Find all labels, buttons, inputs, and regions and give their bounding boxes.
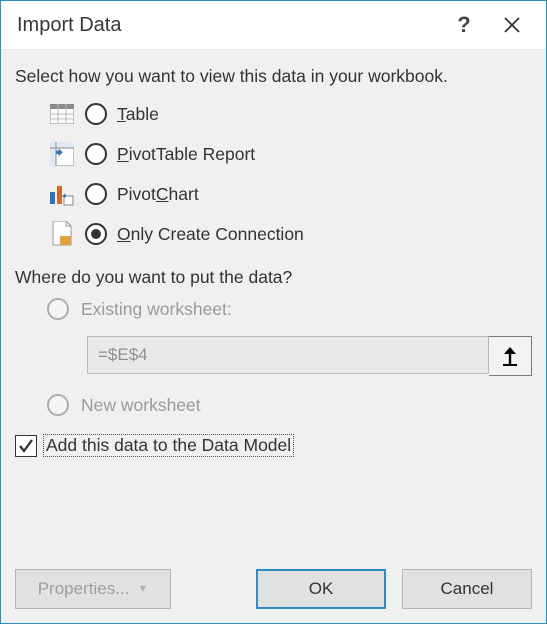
option-connection-only[interactable]: Only Create Connection [49,221,532,247]
put-section: Where do you want to put the data? Exist… [15,267,532,416]
connection-icon [49,221,75,247]
put-new-label: New worksheet [81,395,201,416]
put-existing-label: Existing worksheet: [81,299,232,320]
properties-button: Properties... ▼ [15,569,171,609]
option-pivotchart[interactable]: PivotChart [49,181,532,207]
add-to-model-checkbox[interactable] [15,435,37,457]
button-row: Properties... ▼ OK Cancel [15,551,532,609]
close-button[interactable] [492,5,532,45]
cell-ref-row [87,336,532,376]
option-connection-only-label: Only Create Connection [117,224,304,245]
put-section-label: Where do you want to put the data? [15,267,532,288]
option-pivottable[interactable]: PivotTable Report [49,141,532,167]
add-to-model-row[interactable]: Add this data to the Data Model [15,434,532,457]
option-table-label: Table [117,104,159,125]
option-table[interactable]: Table [49,101,532,127]
table-icon [49,101,75,127]
put-existing: Existing worksheet: [47,298,532,320]
put-new-radio [47,394,69,416]
pivotchart-icon [49,181,75,207]
titlebar: Import Data ? [1,1,546,50]
view-section-label: Select how you want to view this data in… [15,66,532,87]
close-icon [503,16,521,34]
option-table-radio[interactable] [85,103,107,125]
chevron-down-icon: ▼ [137,583,148,595]
option-pivotchart-label: PivotChart [117,184,199,205]
put-options: Existing worksheet: New worksheet [47,298,532,416]
collapse-dialog-icon [501,346,519,366]
dialog-content: Select how you want to view this data in… [1,50,546,623]
cell-ref-input [87,336,489,374]
option-pivottable-label: PivotTable Report [117,144,255,165]
option-pivotchart-radio[interactable] [85,183,107,205]
add-to-model-label: Add this data to the Data Model [43,434,294,457]
option-pivottable-radio[interactable] [85,143,107,165]
pivottable-icon [49,141,75,167]
properties-label: Properties... [38,579,130,599]
import-data-dialog: Import Data ? Select how you want to vie… [0,0,547,624]
view-options: Table PivotTable Report [49,101,532,247]
put-existing-radio [47,298,69,320]
help-button[interactable]: ? [444,5,484,45]
option-connection-only-radio[interactable] [85,223,107,245]
help-icon: ? [457,12,470,38]
cell-ref-picker-button[interactable] [489,336,532,376]
checkmark-icon [18,438,34,454]
cancel-button[interactable]: Cancel [402,569,532,609]
dialog-title: Import Data [17,14,436,37]
put-new: New worksheet [47,394,532,416]
ok-button[interactable]: OK [256,569,386,609]
